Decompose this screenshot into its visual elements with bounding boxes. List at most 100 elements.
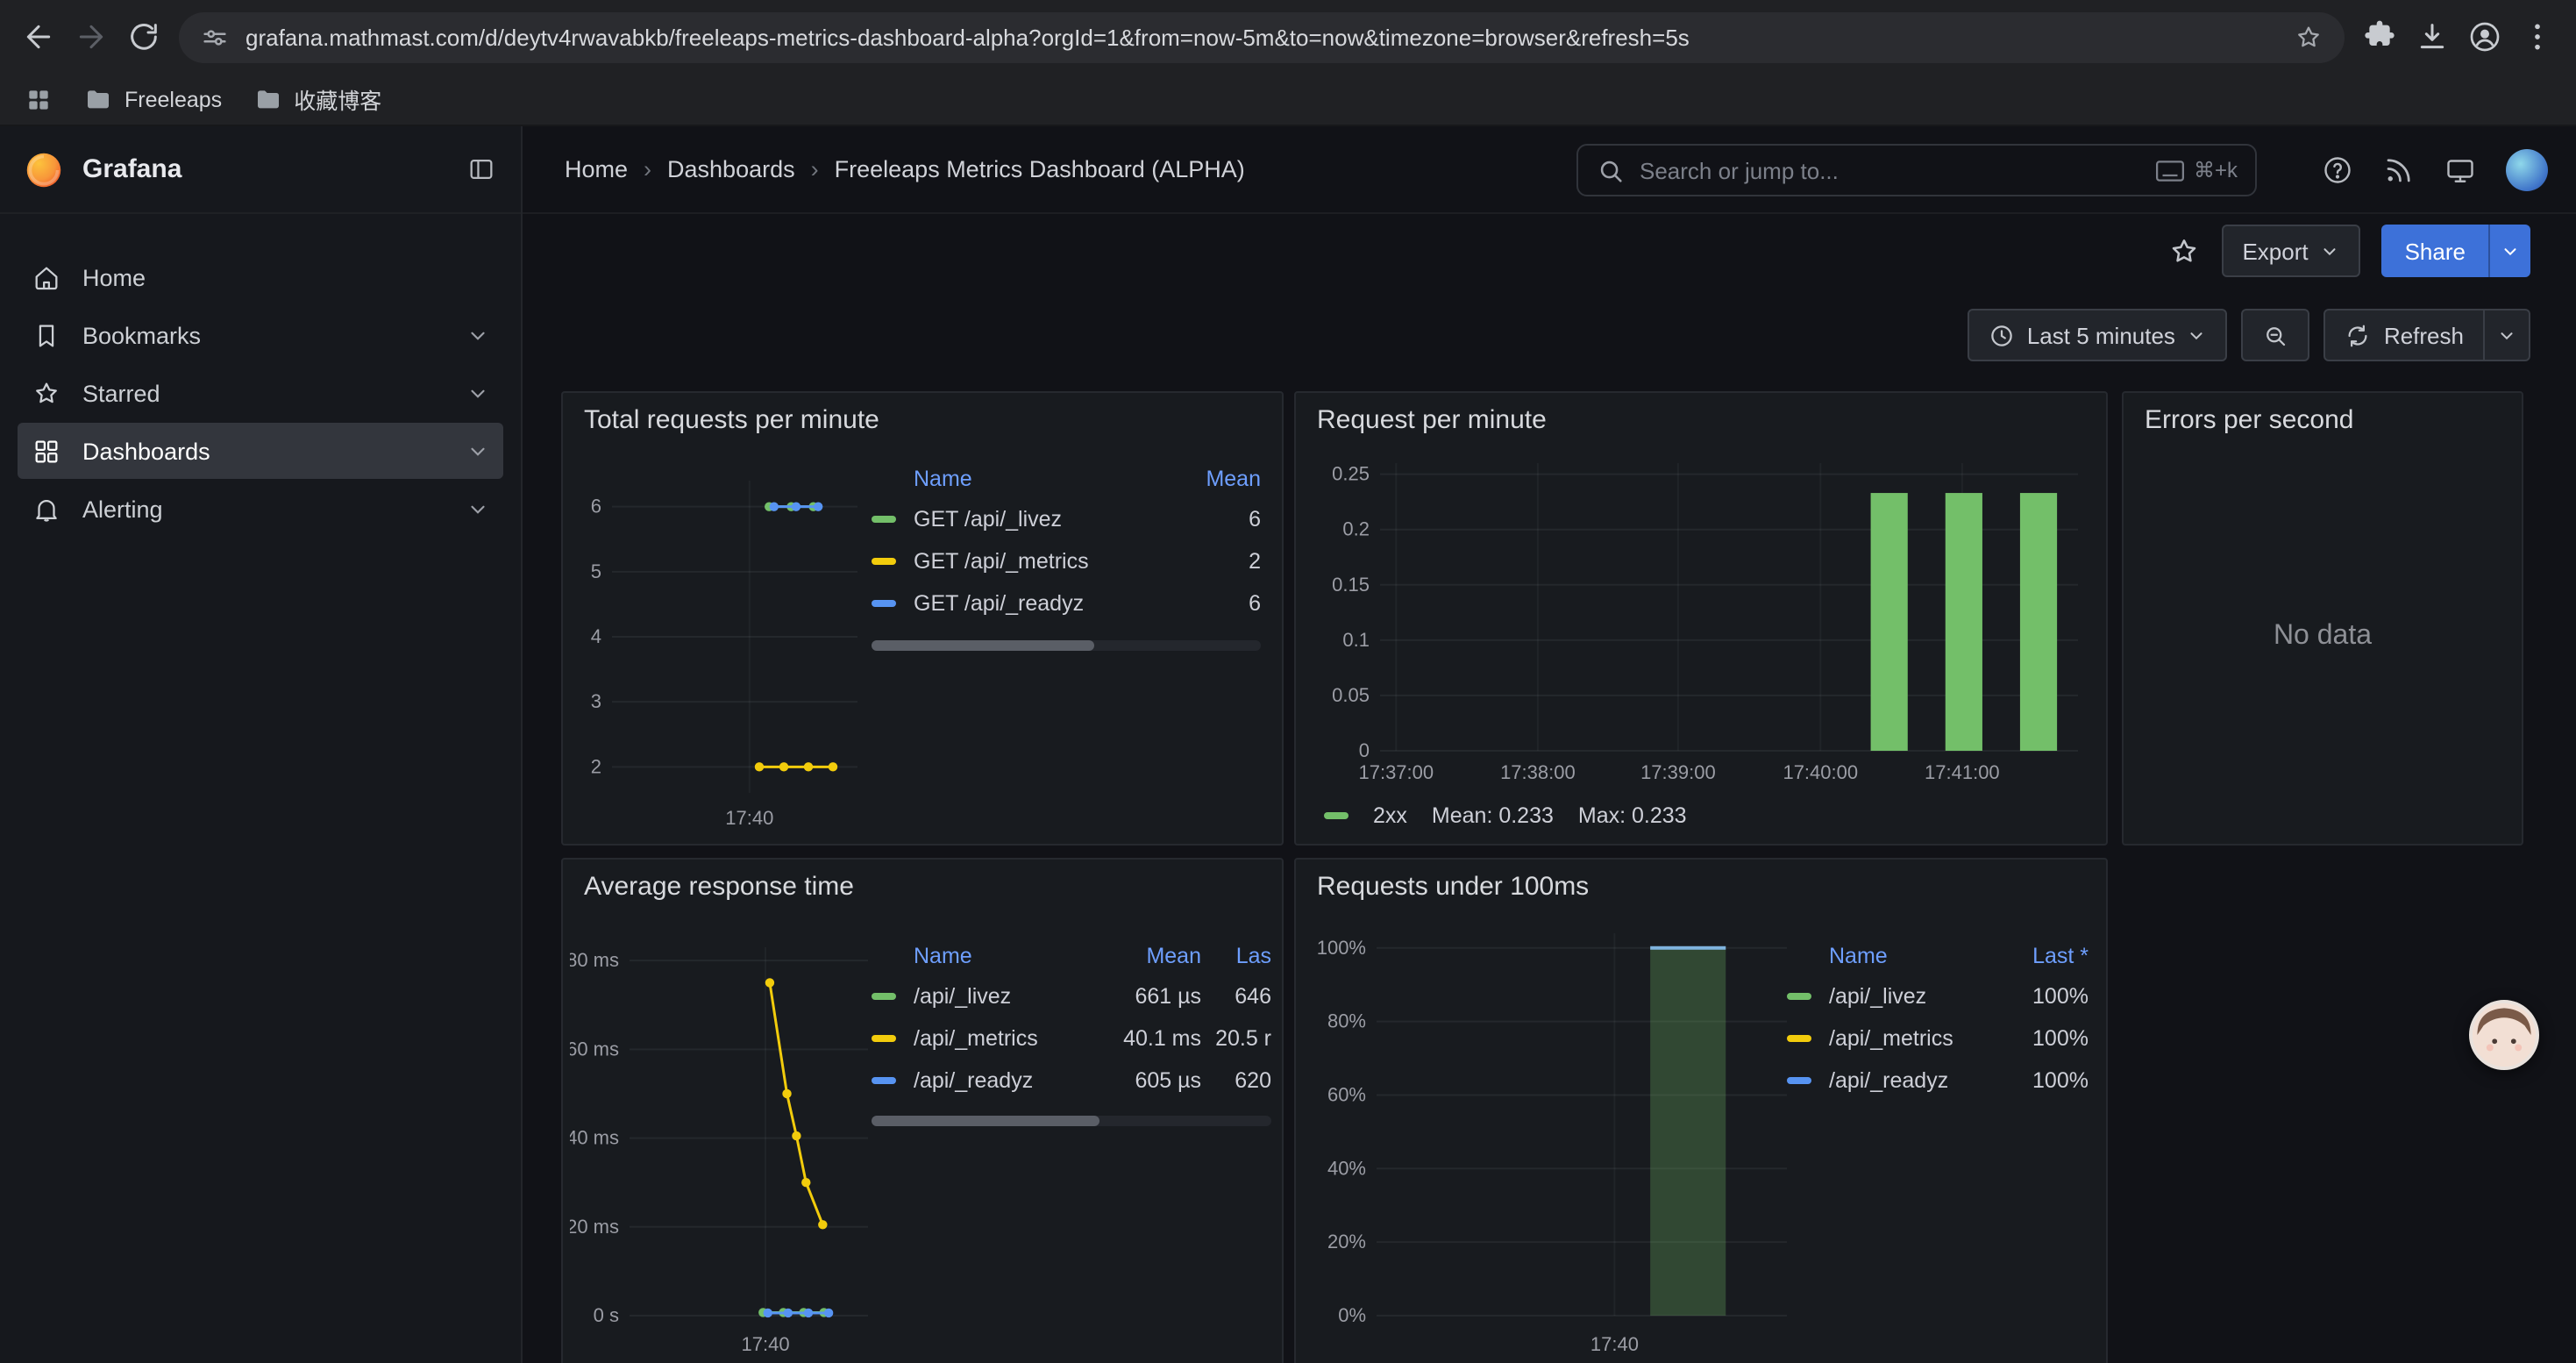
legend-column-name[interactable]: Name [1829, 944, 2004, 968]
bookmark-folder-freeleaps[interactable]: Freeleaps [84, 85, 222, 113]
refresh-button[interactable]: Refresh [2324, 309, 2530, 361]
legend-row[interactable]: /api/_readyz605 µs620 [872, 1060, 1271, 1102]
url-text[interactable]: grafana.mathmast.com/d/deytv4rwavabkb/fr… [246, 24, 2278, 50]
legend-row[interactable]: GET /api/_metrics2 [872, 540, 1261, 582]
chevron-down-icon[interactable] [466, 497, 489, 520]
chevron-down-icon[interactable] [466, 439, 489, 462]
share-button[interactable]: Share [2382, 225, 2530, 277]
sidebar-item-bookmarks[interactable]: Bookmarks [18, 307, 503, 363]
export-button[interactable]: Export [2221, 225, 2360, 277]
avatar-illustration [2473, 1003, 2536, 1067]
sidebar-item-label: Home [82, 264, 489, 290]
svg-text:17:40: 17:40 [1590, 1333, 1639, 1355]
share-menu-arrow[interactable] [2488, 225, 2530, 277]
time-range-picker[interactable]: Last 5 minutes [1968, 309, 2228, 361]
browser-menu-icon[interactable] [2520, 19, 2555, 54]
sidebar-item-alerting[interactable]: Alerting [18, 481, 503, 537]
breadcrumb-home[interactable]: Home [565, 156, 628, 182]
legend-column-name[interactable]: Name [914, 944, 1103, 968]
series-name: GET /api/_readyz [914, 591, 1180, 616]
legend-scrollbar[interactable] [872, 640, 1261, 651]
news-rss-icon[interactable] [2383, 154, 2415, 186]
extensions-icon[interactable] [2362, 19, 2397, 54]
series-name: GET /api/_livez [914, 507, 1180, 532]
panel-title[interactable]: Request per minute [1317, 405, 1547, 435]
help-icon[interactable] [2322, 154, 2353, 186]
forward-icon[interactable] [74, 19, 109, 54]
chevron-down-icon[interactable] [466, 324, 489, 346]
favorite-star-icon[interactable] [2167, 234, 2200, 268]
site-info-icon[interactable] [200, 22, 230, 52]
svg-text:0%: 0% [1338, 1304, 1366, 1326]
request-per-minute-chart[interactable]: 0.250.20.150.10.05017:37:0017:38:0017:39… [1306, 446, 2092, 789]
reload-icon[interactable] [126, 19, 161, 54]
legend-column-mean[interactable]: Mean [1103, 944, 1201, 968]
legend-row[interactable]: GET /api/_livez6 [872, 498, 1261, 540]
panel-title[interactable]: Total requests per minute [584, 405, 879, 435]
legend-row[interactable]: /api/_livez661 µs646 [872, 975, 1271, 1017]
browser-profile-icon[interactable] [2467, 19, 2502, 54]
grafana-logo[interactable] [25, 150, 63, 189]
panel-average-response-time: Average response time 80 ms60 ms40 ms20 … [561, 858, 1284, 1363]
legend-row[interactable]: /api/_readyz100% [1787, 1060, 2089, 1102]
legend-row[interactable]: /api/_livez100% [1787, 975, 2089, 1017]
scrollbar-thumb[interactable] [872, 640, 1093, 651]
series-value: 6 [1180, 591, 1261, 616]
sidebar-item-dashboards[interactable]: Dashboards [18, 423, 503, 479]
bookmark-icon [32, 320, 61, 350]
panel-title[interactable]: Errors per second [2145, 405, 2353, 435]
downloads-icon[interactable] [2415, 19, 2450, 54]
legend-column-mean[interactable]: Mean [1180, 467, 1261, 491]
sidebar-nav: Home Bookmarks Starred [0, 214, 521, 537]
chevron-down-icon [2501, 241, 2520, 260]
average-response-time-chart[interactable]: 80 ms60 ms40 ms20 ms0 s17:40 [570, 923, 879, 1361]
url-bar[interactable]: grafana.mathmast.com/d/deytv4rwavabkb/fr… [179, 11, 2345, 62]
no-data-message: No data [2124, 621, 2522, 653]
zoom-out-button[interactable] [2242, 309, 2310, 361]
legend-table: NameMeanGET /api/_livez6GET /api/_metric… [872, 460, 1261, 624]
time-range-label: Last 5 minutes [2027, 322, 2175, 348]
panel-title[interactable]: Requests under 100ms [1317, 872, 1589, 902]
legend-row[interactable]: /api/_metrics40.1 ms20.5 r [872, 1017, 1271, 1060]
series-name[interactable]: 2xx [1373, 803, 1407, 828]
search-input[interactable]: Search or jump to... ⌘+k [1576, 144, 2257, 196]
user-avatar[interactable] [2506, 149, 2548, 191]
series-color-marker [1324, 812, 1348, 819]
legend-row[interactable]: GET /api/_readyz6 [872, 582, 1261, 624]
sidebar-item-home[interactable]: Home [18, 249, 503, 305]
kiosk-monitor-icon[interactable] [2444, 154, 2476, 186]
legend-column-last-[interactable]: Last * [2004, 944, 2089, 968]
assistant-avatar[interactable] [2469, 1000, 2539, 1070]
series-value: 100% [2004, 1026, 2089, 1051]
bookmark-folder-blogs[interactable]: 收藏博客 [253, 82, 381, 116]
series-max: Max: 0.233 [1578, 803, 1687, 828]
apps-grid-icon[interactable] [25, 85, 53, 113]
share-label[interactable]: Share [2382, 225, 2488, 277]
legend-header: NameLast * [1787, 937, 2089, 975]
dashboards-grid-icon [32, 436, 61, 466]
collapse-sidebar-icon[interactable] [466, 154, 496, 184]
requests-under-100ms-chart[interactable]: 100%80%60%40%20%0%17:40 [1306, 916, 1797, 1361]
svg-text:20%: 20% [1327, 1231, 1366, 1252]
legend-scrollbar[interactable] [872, 1116, 1271, 1126]
scrollbar-thumb[interactable] [872, 1116, 1099, 1126]
series-name: /api/_readyz [914, 1068, 1103, 1093]
series-color-marker [872, 1035, 896, 1042]
legend-inline: 2xx Mean: 0.233 Max: 0.233 [1324, 803, 1687, 828]
panel-title[interactable]: Average response time [584, 872, 854, 902]
total-requests-chart[interactable]: 6543217:40 [570, 460, 868, 835]
breadcrumb-dashboards[interactable]: Dashboards [667, 156, 795, 182]
refresh-interval-dropdown[interactable] [2483, 310, 2529, 360]
series-value: 20.5 r [1201, 1026, 1271, 1051]
screen: grafana.mathmast.com/d/deytv4rwavabkb/fr… [0, 0, 2576, 1363]
bookmark-star-icon[interactable] [2294, 22, 2323, 52]
legend-column-las[interactable]: Las [1201, 944, 1271, 968]
back-icon[interactable] [21, 19, 56, 54]
legend-column-name[interactable]: Name [914, 467, 1180, 491]
folder-icon [84, 85, 112, 113]
legend-row[interactable]: /api/_metrics100% [1787, 1017, 2089, 1060]
sidebar-item-starred[interactable]: Starred [18, 365, 503, 421]
svg-text:0.1: 0.1 [1342, 629, 1370, 651]
chevron-down-icon[interactable] [466, 382, 489, 404]
panel-request-per-minute: Request per minute 0.250.20.150.10.05017… [1294, 391, 2108, 846]
